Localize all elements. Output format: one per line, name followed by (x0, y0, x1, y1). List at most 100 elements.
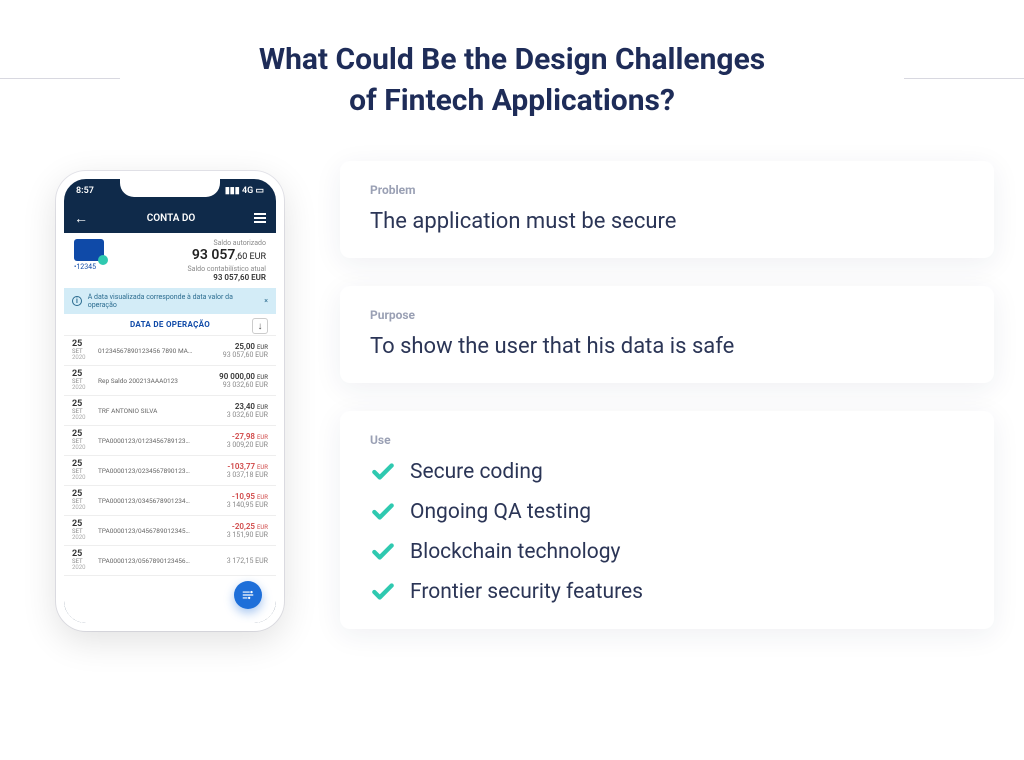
tx-amounts: -20,25 EUR3 151,90 EUR (227, 522, 268, 539)
tx-desc: TPA0000123/0123456789123… (98, 437, 221, 445)
check-icon (370, 499, 396, 525)
tx-balance: 93 057,60 EUR (223, 351, 268, 359)
tx-desc: TRF ANTONIO SILVA (98, 407, 221, 415)
tx-date: 25SET2020 (72, 460, 92, 481)
use-list: Secure coding Ongoing QA testing Blockchai… (370, 459, 964, 605)
use-item: Blockchain technology (370, 539, 964, 565)
tx-amount: 90 000,00 EUR (219, 372, 268, 381)
app-bar: ← CONTA DO (64, 203, 276, 233)
balance-sub-label: Saldo contabilístico atual (188, 265, 267, 273)
phone-frame: 8:57 ▮▮▮ 4G ▭ ← CONTA DO •12345 (56, 171, 284, 631)
use-item-text: Secure coding (410, 460, 543, 484)
check-icon (370, 539, 396, 565)
title-line-2: of Fintech Applications? (349, 83, 675, 118)
page-header: What Could Be the Design Challenges of F… (0, 0, 1024, 121)
tx-date: 25SET2020 (72, 340, 92, 361)
balance-right: Saldo autorizado 93 057,60 EUR Saldo con… (188, 239, 267, 282)
tx-balance: 3 032,60 EUR (227, 411, 268, 419)
transaction-row[interactable]: 25SET2020 TPA0000123/0456789012345… -20,25… (64, 516, 276, 546)
purpose-card: Purpose To show the user that his data i… (340, 286, 994, 383)
back-icon[interactable]: ← (74, 210, 88, 227)
operation-header-label: DATA DE OPERAÇÃO (130, 320, 210, 329)
use-item-text: Ongoing QA testing (410, 500, 591, 524)
signal-icon: ▮▮▮ (225, 186, 240, 196)
balance-label: Saldo autorizado (188, 239, 267, 247)
tx-date: 25SET2020 (72, 400, 92, 421)
tx-desc: TPA0000123/0567890123456… (98, 557, 221, 565)
tx-amounts: -10,95 EUR3 140,95 EUR (227, 492, 268, 509)
tx-amount: -10,95 EUR (227, 492, 268, 501)
transaction-row[interactable]: 25SET2020 TPA0000123/0345678901234… -10,95… (64, 486, 276, 516)
purpose-label: Purpose (370, 308, 964, 322)
tx-amounts: 23,40 EUR3 032,60 EUR (227, 402, 268, 419)
tx-amount: 25,00 EUR (223, 342, 268, 351)
title-line-1: What Could Be the Design Challenges (259, 42, 765, 77)
purpose-text: To show the user that his data is safe (370, 334, 964, 359)
menu-icon[interactable] (254, 213, 266, 223)
problem-text: The application must be secure (370, 209, 964, 234)
tx-date: 25SET2020 (72, 490, 92, 511)
transaction-row[interactable]: 25SET2020 Rep Saldo 200213AAA0123 90 000,0… (64, 366, 276, 396)
use-item-text: Blockchain technology (410, 540, 620, 564)
operation-header: DATA DE OPERAÇÃO ↓ (64, 314, 276, 336)
tx-amount: -103,77 EUR (227, 462, 268, 471)
filter-fab[interactable] (234, 581, 262, 609)
tx-amount: 23,40 EUR (227, 402, 268, 411)
tx-balance: 3 151,90 EUR (227, 531, 268, 539)
divider-left (0, 78, 120, 79)
check-icon (370, 459, 396, 485)
tx-desc: TPA0000123/0456789012345… (98, 527, 221, 535)
tx-desc: TPA0000123/0234567890123… (98, 467, 221, 475)
balance-section: •12345 Saldo autorizado 93 057,60 EUR Sa… (64, 233, 276, 288)
transaction-row[interactable]: 25SET2020 TPA0000123/0234567890123… -103,7… (64, 456, 276, 486)
tx-amount: -20,25 EUR (227, 522, 268, 531)
use-label: Use (370, 433, 964, 447)
status-indicators: ▮▮▮ 4G ▭ (225, 186, 264, 196)
tx-balance: 3 037,18 EUR (227, 471, 268, 479)
sort-icon[interactable]: ↓ (252, 318, 268, 334)
tx-amount: -27,98 EUR (227, 432, 268, 441)
divider-right (904, 78, 1024, 79)
use-item: Secure coding (370, 459, 964, 485)
use-item: Ongoing QA testing (370, 499, 964, 525)
info-banner: i A data visualizada corresponde à data … (64, 288, 276, 314)
tx-balance: 3 009,20 EUR (227, 441, 268, 449)
transaction-row[interactable]: 25SET2020TPA0000123/0123456789123…-27,98… (64, 426, 276, 456)
tx-amounts: 25,00 EUR93 057,60 EUR (223, 342, 268, 359)
page-title: What Could Be the Design Challenges of F… (259, 40, 765, 121)
tx-amounts: 3 172,15 EUR (227, 557, 268, 565)
problem-card: Problem The application must be secure (340, 161, 994, 258)
battery-icon: ▭ (255, 186, 264, 196)
network-label: 4G (242, 186, 253, 196)
phone-body: •12345 Saldo autorizado 93 057,60 EUR Sa… (64, 233, 276, 623)
tx-desc: Rep Saldo 200213AAA0123 (98, 377, 213, 385)
tx-desc: TPA0000123/0345678901234… (98, 497, 221, 505)
transaction-row[interactable]: 25SET2020 TPA0000123/0567890123456… 3 172,… (64, 546, 276, 576)
sliders-icon (241, 588, 255, 602)
info-cards: Problem The application must be secure P… (340, 161, 994, 631)
phone-notch (120, 177, 220, 197)
transaction-row[interactable]: 25SET2020 01234567890123456 7890 MA… 25,00… (64, 336, 276, 366)
tx-desc: 01234567890123456 7890 MA… (98, 347, 217, 355)
account-card: •12345 (74, 239, 104, 271)
tx-date: 25SET2020 (72, 550, 92, 571)
balance-value: 93 057,60 EUR (188, 247, 267, 263)
status-time: 8:57 (76, 186, 94, 196)
tx-date: 25SET2020 (72, 370, 92, 391)
tx-balance: 3 140,95 EUR (227, 501, 268, 509)
app-title: CONTA DO (147, 213, 196, 224)
card-icon (74, 239, 104, 261)
close-icon[interactable]: × (264, 297, 268, 305)
transaction-list: 25SET2020 01234567890123456 7890 MA… 25,00… (64, 336, 276, 576)
tx-balance: 93 032,60 EUR (219, 381, 268, 389)
problem-label: Problem (370, 183, 964, 197)
use-card: Use Secure coding Ongoing QA testing Block… (340, 411, 994, 629)
transaction-row[interactable]: 25SET2020 TRF ANTONIO SILVA 23,40 EUR3 032… (64, 396, 276, 426)
use-item: Frontier security features (370, 579, 964, 605)
check-icon (370, 579, 396, 605)
info-icon: i (72, 296, 82, 306)
tx-balance: 3 172,15 EUR (227, 557, 268, 565)
use-item-text: Frontier security features (410, 580, 643, 604)
tx-amounts: 90 000,00 EUR93 032,60 EUR (219, 372, 268, 389)
tx-date: 25SET2020 (72, 520, 92, 541)
